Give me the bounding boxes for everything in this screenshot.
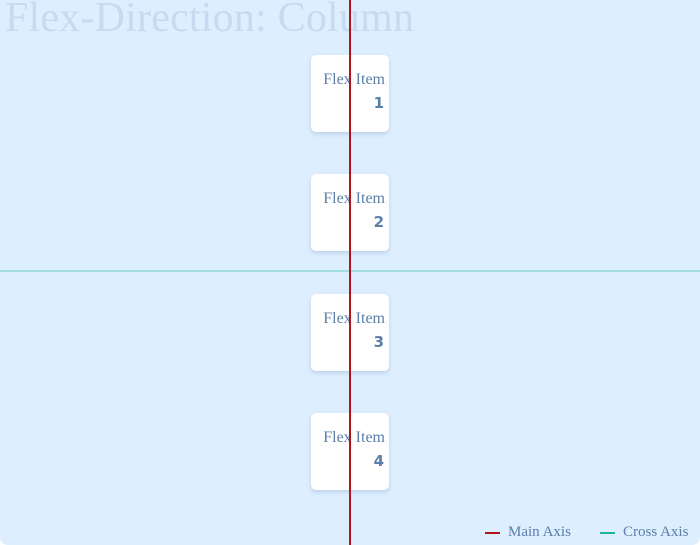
legend-cross-axis-label: Cross Axis	[623, 524, 689, 540]
legend-main-axis: Main Axis	[485, 524, 571, 541]
main-axis-line	[349, 0, 351, 545]
flex-item-number: 1	[373, 94, 384, 112]
flex-item-number: 3	[373, 333, 384, 351]
flex-item-number: 4	[373, 452, 384, 470]
flex-item-label: Flex Item	[323, 310, 385, 327]
flex-item-label: Flex Item	[323, 190, 385, 207]
cross-axis-swatch-icon	[600, 531, 615, 534]
legend-main-axis-label: Main Axis	[508, 524, 571, 540]
diagram-title: Flex-Direction: Column	[5, 0, 415, 41]
flex-item-label: Flex Item	[323, 429, 385, 446]
flex-item-label: Flex Item	[323, 71, 385, 88]
main-axis-swatch-icon	[485, 531, 500, 534]
flex-container: Flex-Direction: Column Flex Item 1 Flex …	[0, 0, 700, 545]
flex-item-number: 2	[373, 213, 384, 231]
legend-cross-axis: Cross Axis	[600, 524, 688, 541]
